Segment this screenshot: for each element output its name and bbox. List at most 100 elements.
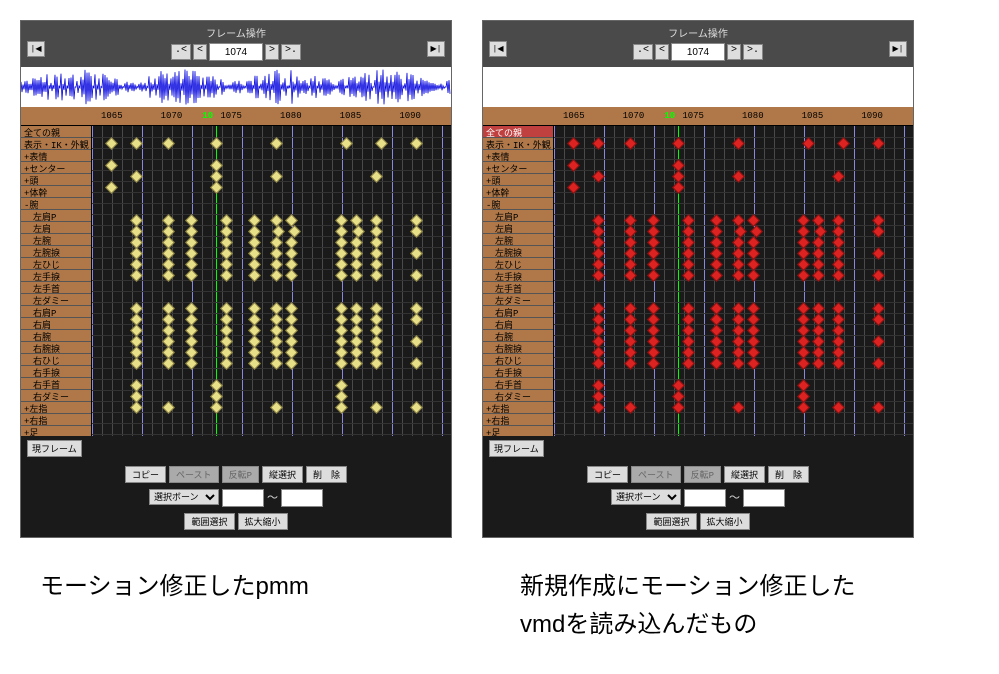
bone-row[interactable]: 左手首	[483, 282, 553, 294]
bone-row[interactable]: 左腕捩	[483, 246, 553, 258]
range-end-input[interactable]	[743, 489, 785, 507]
frame-number-input[interactable]	[209, 43, 263, 61]
prev-button[interactable]: <	[655, 44, 669, 60]
bone-row[interactable]: 左腕	[483, 234, 553, 246]
bone-row[interactable]: +表情	[21, 150, 91, 162]
delete-button[interactable]: 削 除	[306, 466, 347, 483]
bone-row[interactable]: 左ダミー	[21, 294, 91, 306]
bone-row[interactable]: 右肩P	[483, 306, 553, 318]
bone-row[interactable]: 右肩P	[21, 306, 91, 318]
nav-first-button[interactable]: |◀	[27, 41, 45, 57]
bone-row[interactable]: +体幹	[21, 186, 91, 198]
bone-row[interactable]: 全ての親	[483, 126, 553, 138]
next-button[interactable]: >	[727, 44, 741, 60]
bone-row[interactable]: 右肩	[21, 318, 91, 330]
bone-row[interactable]: +左指	[483, 402, 553, 414]
keyframe-grid[interactable]	[554, 126, 913, 436]
bone-row[interactable]: 左腕	[21, 234, 91, 246]
range-select-button[interactable]: 範囲選択	[646, 513, 696, 530]
bone-row[interactable]: 左手捩	[21, 270, 91, 282]
dot-next-button[interactable]: >.	[743, 44, 763, 60]
ruler-tick: 1080	[742, 111, 764, 121]
bone-row[interactable]: -腕	[21, 198, 91, 210]
bone-row[interactable]: 左腕捩	[21, 246, 91, 258]
dot-prev-button[interactable]: .<	[633, 44, 653, 60]
bone-list: 全ての親表示・IK・外観+表情+センター+頭+体幹-腕 左肩P 左肩 左腕 左腕…	[21, 126, 92, 436]
bone-row[interactable]: 右ひじ	[21, 354, 91, 366]
ruler-tick: 1080	[280, 111, 302, 121]
current-frame-button[interactable]: 現フレーム	[27, 440, 82, 457]
range-select-button[interactable]: 範囲選択	[184, 513, 234, 530]
bone-row[interactable]: +体幹	[483, 186, 553, 198]
vertical-select-button[interactable]: 縦選択	[262, 466, 303, 483]
bone-row[interactable]: 左肩P	[21, 210, 91, 222]
bone-row[interactable]: 表示・IK・外観	[483, 138, 553, 150]
bone-row[interactable]: 左ひじ	[483, 258, 553, 270]
nav-first-button[interactable]: |◀	[489, 41, 507, 57]
bone-row[interactable]: 右肩	[483, 318, 553, 330]
bone-row[interactable]: +頭	[21, 174, 91, 186]
bone-row[interactable]: +左指	[21, 402, 91, 414]
bone-row[interactable]: 左手捩	[483, 270, 553, 282]
bone-row[interactable]: 右手首	[483, 378, 553, 390]
bone-row[interactable]: 右腕捩	[483, 342, 553, 354]
bone-row[interactable]: 全ての親	[21, 126, 91, 138]
bone-row[interactable]: -腕	[483, 198, 553, 210]
paste-button[interactable]: ペースト	[169, 466, 219, 483]
dot-next-button[interactable]: >.	[281, 44, 301, 60]
waveform	[21, 67, 451, 107]
bone-row[interactable]: 表示・IK・外観	[21, 138, 91, 150]
bone-row[interactable]: +頭	[483, 174, 553, 186]
range-end-input[interactable]	[281, 489, 323, 507]
frame-control-bar: |◀ ▶| フレーム操作 .< < > >.	[21, 21, 451, 67]
flip-button[interactable]: 反転P	[222, 466, 259, 483]
nav-last-button[interactable]: ▶|	[889, 41, 907, 57]
flip-button[interactable]: 反転P	[684, 466, 721, 483]
paste-button[interactable]: ペースト	[631, 466, 681, 483]
delete-button[interactable]: 削 除	[768, 466, 809, 483]
dot-prev-button[interactable]: .<	[171, 44, 191, 60]
vertical-select-button[interactable]: 縦選択	[724, 466, 765, 483]
bone-row[interactable]: +センター	[483, 162, 553, 174]
bone-row[interactable]: 右腕	[483, 330, 553, 342]
bone-row[interactable]: +表情	[483, 150, 553, 162]
bone-row[interactable]: 左ひじ	[21, 258, 91, 270]
range-start-input[interactable]	[222, 489, 264, 507]
bone-row[interactable]: +足	[21, 426, 91, 436]
bottom-toolbar: 現フレーム コピー ペースト 反転P 縦選択 削 除 選択ボーン 〜 範囲選択 …	[483, 436, 913, 537]
copy-button[interactable]: コピー	[125, 466, 166, 483]
frame-ruler[interactable]: 10651070107510801085109010	[91, 107, 451, 126]
prev-button[interactable]: <	[193, 44, 207, 60]
zoom-button[interactable]: 拡大縮小	[700, 513, 750, 530]
next-button[interactable]: >	[265, 44, 279, 60]
bone-row[interactable]: 右手首	[21, 378, 91, 390]
bone-row[interactable]: +センター	[21, 162, 91, 174]
copy-button[interactable]: コピー	[587, 466, 628, 483]
frame-ruler[interactable]: 10651070107510801085109010	[553, 107, 913, 126]
bone-select[interactable]: 選択ボーン	[611, 489, 681, 505]
range-start-input[interactable]	[684, 489, 726, 507]
bone-row[interactable]: 左手首	[21, 282, 91, 294]
ruler-tick: 1070	[623, 111, 645, 121]
keyframe-grid[interactable]	[92, 126, 451, 436]
bone-row[interactable]: 右ダミー	[483, 390, 553, 402]
bone-row[interactable]: 右腕	[21, 330, 91, 342]
bone-row[interactable]: 左肩	[483, 222, 553, 234]
bone-row[interactable]: 右ダミー	[21, 390, 91, 402]
bone-row[interactable]: +右指	[483, 414, 553, 426]
bone-row[interactable]: 左肩P	[483, 210, 553, 222]
bone-row[interactable]: 左肩	[21, 222, 91, 234]
nav-last-button[interactable]: ▶|	[427, 41, 445, 57]
zoom-button[interactable]: 拡大縮小	[238, 513, 288, 530]
current-frame-button[interactable]: 現フレーム	[489, 440, 544, 457]
bone-row[interactable]: 右腕捩	[21, 342, 91, 354]
bone-row[interactable]: 右手捩	[21, 366, 91, 378]
bone-row[interactable]: 右ひじ	[483, 354, 553, 366]
bone-row[interactable]: 左ダミー	[483, 294, 553, 306]
bone-select[interactable]: 選択ボーン	[149, 489, 219, 505]
bone-row[interactable]: +右指	[21, 414, 91, 426]
bone-row[interactable]: +足	[483, 426, 553, 436]
bone-row[interactable]: 右手捩	[483, 366, 553, 378]
ruler-tick: 1065	[101, 111, 123, 121]
frame-number-input[interactable]	[671, 43, 725, 61]
